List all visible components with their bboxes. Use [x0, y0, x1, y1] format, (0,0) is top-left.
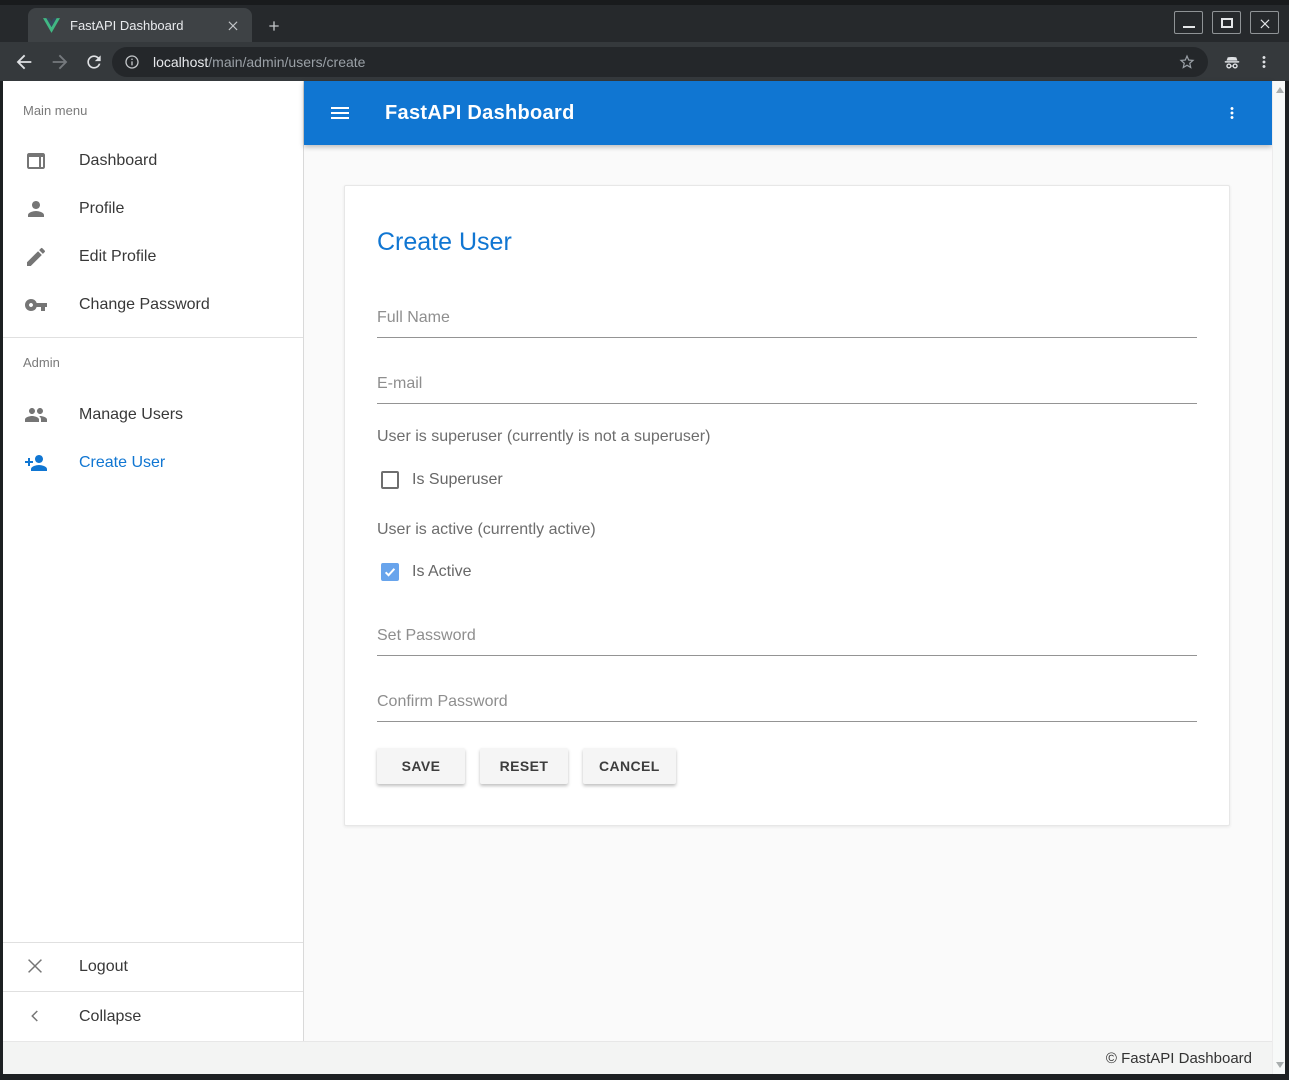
logout-x-icon: [24, 955, 48, 979]
active-hint: User is active (currently active): [377, 520, 1197, 539]
tab-title: FastAPI Dashboard: [70, 18, 224, 33]
bookmark-star-icon[interactable]: [1178, 53, 1196, 71]
sidebar-item-edit-profile[interactable]: Edit Profile: [3, 233, 303, 281]
pencil-icon: [24, 245, 48, 269]
scrollbar[interactable]: [1272, 81, 1285, 1074]
browser-tab-bar: FastAPI Dashboard: [0, 0, 1289, 42]
sidebar-item-logout[interactable]: Logout: [3, 943, 303, 992]
new-tab-button[interactable]: [262, 14, 286, 38]
vue-favicon-icon: [43, 18, 60, 33]
is-active-checkbox-row[interactable]: Is Active: [381, 562, 1197, 582]
app-bar: FastAPI Dashboard: [304, 81, 1272, 145]
browser-tab[interactable]: FastAPI Dashboard: [28, 8, 252, 42]
sidebar-item-dashboard[interactable]: Dashboard: [3, 137, 303, 185]
browser-menu-kebab-icon[interactable]: [1252, 50, 1276, 74]
sidebar-item-create-user[interactable]: Create User: [3, 439, 303, 487]
page-footer: © FastAPI Dashboard: [3, 1041, 1272, 1074]
window-maximize-button[interactable]: [1212, 11, 1241, 34]
scroll-up-arrow[interactable]: [1276, 87, 1284, 93]
key-icon: [24, 293, 48, 317]
tab-close-icon[interactable]: [224, 16, 242, 34]
back-button[interactable]: [12, 50, 36, 74]
create-user-card: Create User User is superuser (currently…: [344, 185, 1230, 826]
forward-button[interactable]: [48, 50, 72, 74]
incognito-icon: [1220, 50, 1244, 74]
maximize-icon: [1221, 18, 1233, 28]
hamburger-menu-icon[interactable]: [328, 101, 352, 125]
save-button[interactable]: SAVE: [377, 748, 465, 784]
address-bar[interactable]: localhost/main/admin/users/create: [112, 47, 1208, 77]
is-superuser-checkbox-row[interactable]: Is Superuser: [381, 470, 1197, 490]
sidebar-section-admin: Admin: [3, 338, 303, 376]
sidebar-section-main-menu: Main menu: [3, 81, 303, 119]
sidebar: Main menu Dashboard Profile Edit Profile…: [3, 81, 304, 1041]
dashboard-icon: [24, 149, 48, 173]
page-title: Create User: [377, 226, 1197, 258]
person-icon: [24, 197, 48, 221]
cancel-button[interactable]: CANCEL: [583, 748, 676, 784]
scroll-down-arrow[interactable]: [1276, 1062, 1284, 1068]
window-minimize-button[interactable]: [1174, 11, 1203, 34]
is-superuser-checkbox[interactable]: [381, 471, 399, 489]
sidebar-item-manage-users[interactable]: Manage Users: [3, 391, 303, 439]
person-add-icon: [24, 451, 48, 475]
checkmark-icon: [383, 565, 397, 579]
reset-button[interactable]: RESET: [480, 748, 568, 784]
is-superuser-label: Is Superuser: [412, 471, 503, 489]
appbar-kebab-icon[interactable]: [1220, 101, 1244, 125]
chevron-left-icon: [24, 1005, 48, 1029]
reload-button[interactable]: [82, 50, 106, 74]
is-active-checkbox[interactable]: [381, 563, 399, 581]
site-info-icon[interactable]: [124, 54, 140, 70]
copyright-text: © FastAPI Dashboard: [1106, 1050, 1252, 1067]
url-text: localhost/main/admin/users/create: [153, 54, 1178, 70]
group-icon: [24, 403, 48, 427]
full-name-field[interactable]: [377, 308, 1197, 338]
browser-toolbar: localhost/main/admin/users/create: [0, 42, 1289, 81]
sidebar-item-profile[interactable]: Profile: [3, 185, 303, 233]
app-title: FastAPI Dashboard: [385, 102, 575, 125]
sidebar-item-collapse[interactable]: Collapse: [3, 992, 303, 1041]
window-close-button[interactable]: [1250, 11, 1279, 34]
set-password-field[interactable]: [377, 626, 1197, 656]
confirm-password-field[interactable]: [377, 692, 1197, 722]
superuser-hint: User is superuser (currently is not a su…: [377, 427, 1197, 446]
sidebar-item-change-password[interactable]: Change Password: [3, 281, 303, 329]
email-field[interactable]: [377, 374, 1197, 404]
window-close-icon: [1258, 16, 1272, 30]
minimize-icon: [1183, 26, 1195, 28]
is-active-label: Is Active: [412, 563, 472, 581]
